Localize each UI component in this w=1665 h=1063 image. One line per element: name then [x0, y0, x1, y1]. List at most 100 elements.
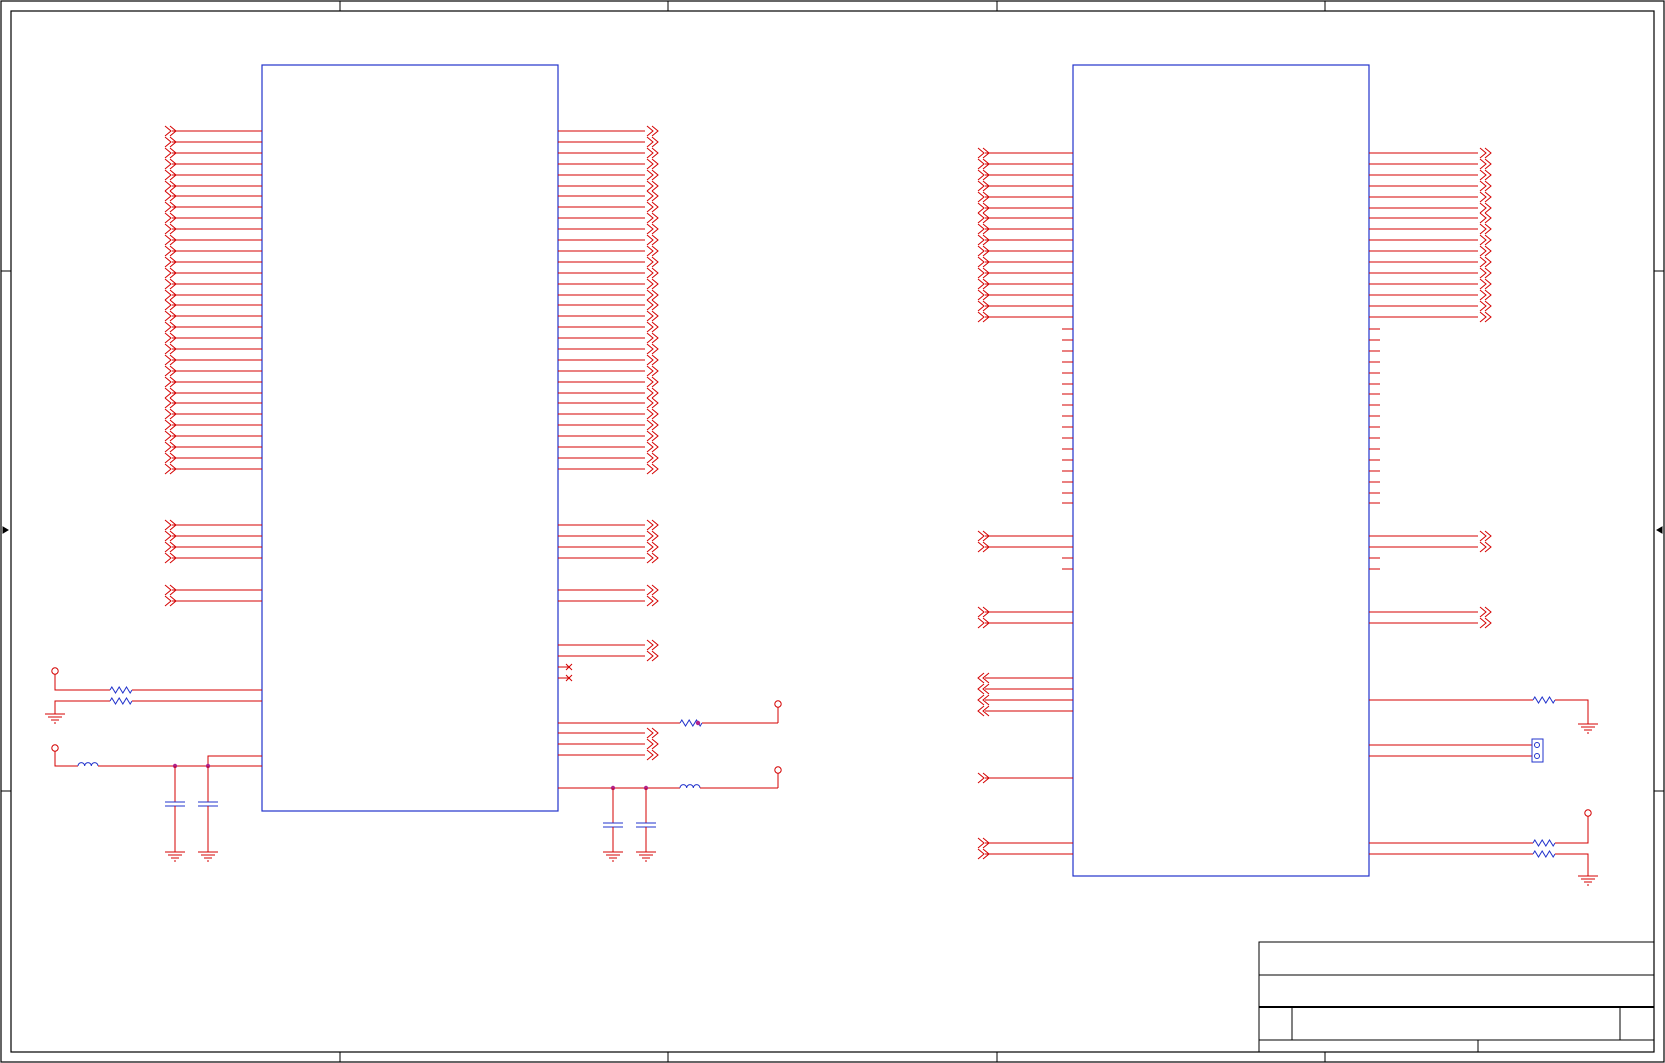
off-page-connector: [977, 212, 985, 224]
off-page-connector: [1479, 289, 1487, 301]
off-page-connector: [646, 169, 654, 181]
off-page-connector: [646, 234, 654, 246]
off-page-connector: [1479, 256, 1487, 268]
off-page-connector: [977, 311, 985, 323]
off-page-connector: [164, 332, 172, 344]
schematic-canvas: [0, 0, 1665, 1063]
wire: [54, 700, 110, 714]
off-page-connector: [1479, 300, 1487, 312]
off-page-connector: [164, 376, 172, 388]
ic-left-body: [261, 64, 559, 812]
off-page-connector: [164, 343, 172, 355]
off-page-connector: [1479, 202, 1487, 214]
off-page-connector: [646, 289, 654, 301]
off-page-connector: [646, 419, 654, 431]
power-port: [1584, 809, 1592, 817]
off-page-connector: [1479, 530, 1487, 542]
inductor: [77, 762, 99, 767]
off-page-connector: [164, 190, 172, 202]
off-page-connector: [977, 837, 985, 849]
off-page-connector: [977, 180, 985, 192]
off-page-connector: [164, 201, 172, 213]
off-page-connector: [164, 256, 172, 268]
off-page-connector: [164, 541, 172, 553]
off-page-connector: [646, 387, 654, 399]
off-page-connector: [646, 738, 654, 750]
power-port: [774, 766, 782, 774]
off-page-connector: [646, 125, 654, 137]
wire: [207, 755, 262, 766]
off-page-connector: [646, 343, 654, 355]
off-page-connector: [646, 190, 654, 202]
off-page-connector: [646, 584, 654, 596]
off-page-connector: [164, 169, 172, 181]
off-page-connector: [646, 376, 654, 388]
off-page-connector: [164, 452, 172, 464]
off-page-connector: [646, 365, 654, 377]
center-mark: [2, 526, 9, 534]
off-page-connector: [646, 595, 654, 607]
power-port: [774, 700, 782, 708]
off-page-connector: [646, 552, 654, 564]
off-page-connector: [977, 267, 985, 279]
off-page-connector: [1479, 234, 1487, 246]
off-page-connector: [1479, 158, 1487, 170]
off-page-connector: [164, 552, 172, 564]
off-page-connector: [646, 223, 654, 235]
off-page-connector: [164, 321, 172, 333]
off-page-connector: [977, 158, 985, 170]
off-page-connector: [164, 245, 172, 257]
off-page-connector: [1479, 617, 1487, 629]
off-page-connector: [164, 354, 172, 366]
power-port: [51, 667, 59, 675]
off-page-connector: [646, 463, 654, 475]
off-page-connector: [164, 147, 172, 159]
off-page-connector: [977, 202, 985, 214]
resistor: [1532, 839, 1556, 847]
off-page-connector: [646, 749, 654, 761]
off-page-connector: [646, 332, 654, 344]
off-page-connector: [1479, 223, 1487, 235]
off-page-connector: [164, 430, 172, 442]
off-page-connector: [1479, 245, 1487, 257]
off-page-connector: [164, 212, 172, 224]
off-page-connector: [164, 408, 172, 420]
off-page-connector: [164, 180, 172, 192]
off-page-connector: [977, 530, 985, 542]
off-page-connector: [646, 321, 654, 333]
off-page-connector: [646, 639, 654, 651]
off-page-connector: [164, 310, 172, 322]
off-page-connector: [646, 256, 654, 268]
off-page-connector: [977, 234, 985, 246]
title-block: [1258, 941, 1655, 1053]
off-page-connector: [164, 365, 172, 377]
off-page-connector: [977, 169, 985, 181]
off-page-connector: [164, 463, 172, 475]
off-page-connector: [646, 136, 654, 148]
center-mark: [1656, 526, 1663, 534]
off-page-connector: [646, 530, 654, 542]
power-port: [51, 744, 59, 752]
off-page-connector: [646, 201, 654, 213]
off-page-connector: [1479, 191, 1487, 203]
off-page-connector: [1479, 212, 1487, 224]
off-page-connector: [646, 147, 654, 159]
off-page-connector: [646, 180, 654, 192]
off-page-connector: [646, 441, 654, 453]
schematic-sheet: [0, 0, 1665, 1063]
jumper-pin: [1534, 742, 1540, 748]
off-page-connector: [646, 727, 654, 739]
off-page-connector: [164, 584, 172, 596]
wire: [54, 751, 78, 767]
off-page-connector: [977, 278, 985, 290]
off-page-connector: [164, 519, 172, 531]
off-page-connector: [1479, 278, 1487, 290]
resistor: [1532, 850, 1556, 858]
off-page-connector: [164, 387, 172, 399]
wires: [45, 125, 1598, 886]
off-page-connector: [164, 267, 172, 279]
off-page-connector: [164, 136, 172, 148]
off-page-connector: [977, 191, 985, 203]
off-page-connector: [646, 299, 654, 311]
off-page-connector: [646, 408, 654, 420]
